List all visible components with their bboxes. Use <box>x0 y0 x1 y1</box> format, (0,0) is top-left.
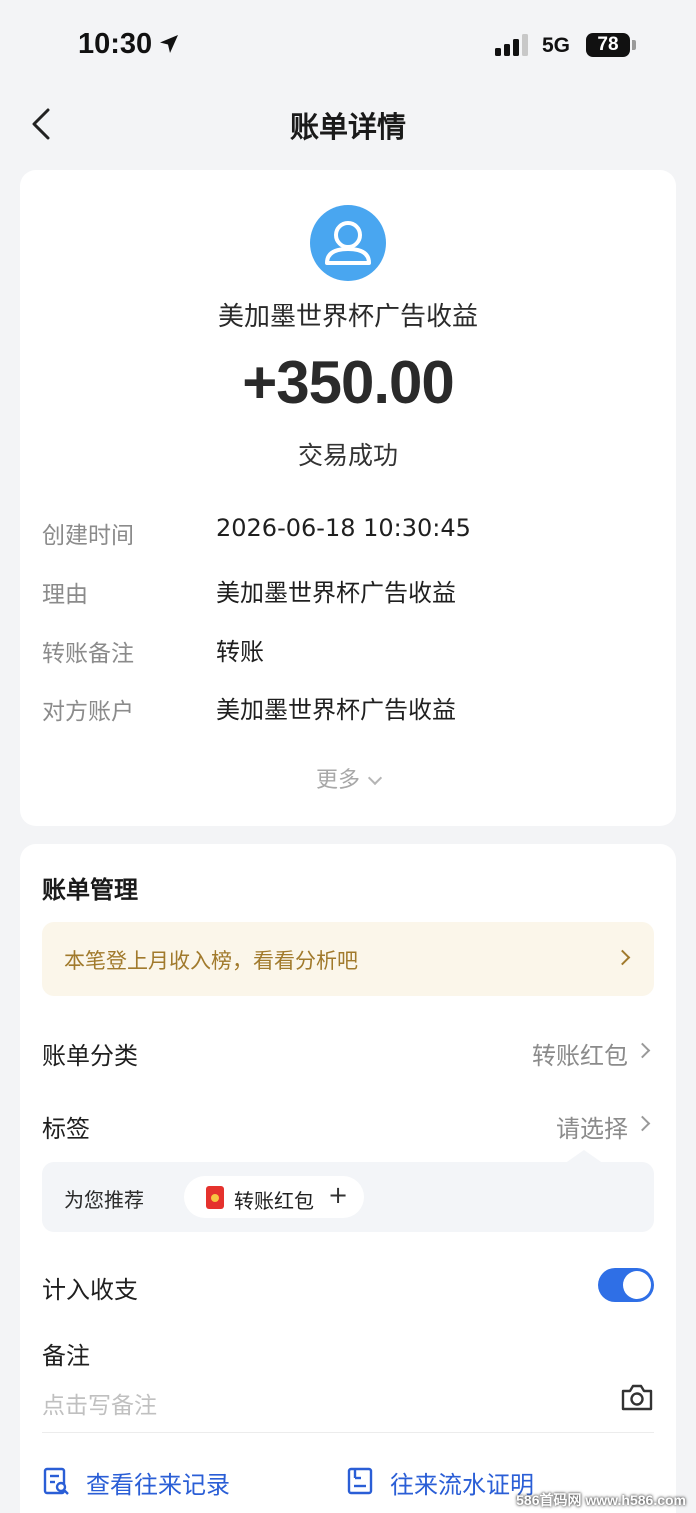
note-input[interactable]: 点击写备注 <box>42 1386 157 1420</box>
record-search-icon <box>43 1467 69 1495</box>
chevron-down-icon <box>367 770 383 786</box>
transaction-status: 交易成功 <box>297 441 398 470</box>
statement-proof-icon <box>347 1467 373 1495</box>
tag-value[interactable]: 请选择 <box>556 1109 628 1144</box>
action-label: 往来流水证明 <box>390 1471 534 1499</box>
more-button[interactable]: 更多 <box>20 762 676 794</box>
camera-icon[interactable] <box>620 1382 654 1412</box>
detail-value: 美加墨世界杯广告收益 <box>216 696 456 724</box>
bill-management-card: 账单管理 本笔登上月收入榜，看看分析吧 账单分类 转账红包 标签 请选择 为您推… <box>20 844 676 1513</box>
detail-row-counterparty: 对方账户 美加墨世界杯广告收益 <box>20 688 676 728</box>
count-toggle[interactable] <box>598 1268 654 1302</box>
more-label: 更多 <box>315 768 360 793</box>
detail-label: 转账备注 <box>42 641 134 667</box>
chevron-right-icon[interactable] <box>634 1042 651 1059</box>
chevron-right-icon <box>614 949 631 966</box>
plus-icon: + <box>328 1181 349 1209</box>
merchant-avatar-icon <box>310 205 386 281</box>
battery-tip <box>632 40 636 50</box>
category-label: 账单分类 <box>42 1042 138 1070</box>
income-rank-banner[interactable]: 本笔登上月收入榜，看看分析吧 <box>42 922 654 996</box>
status-bar: 10:30 5G 78 <box>0 0 696 92</box>
signal-icon <box>495 34 528 56</box>
detail-label: 创建时间 <box>42 523 134 549</box>
location-arrow-icon <box>160 35 178 53</box>
tag-recommendation: 为您推荐 转账红包 + <box>42 1150 654 1232</box>
note-label: 备注 <box>42 1342 90 1370</box>
toggle-knob <box>623 1271 651 1299</box>
divider <box>42 1432 654 1433</box>
detail-row-reason: 理由 美加墨世界杯广告收益 <box>20 571 676 611</box>
chip-label: 转账红包 <box>234 1189 314 1213</box>
detail-value: 2026-06-18 10:30:45 <box>216 514 471 542</box>
detail-label: 理由 <box>42 582 88 608</box>
detail-value: 转账 <box>216 638 264 666</box>
count-label: 计入收支 <box>42 1276 138 1304</box>
transaction-card: 美加墨世界杯广告收益 +350.00 交易成功 创建时间 2026-06-18 … <box>20 170 676 826</box>
detail-row-transfer-note: 转账备注 转账 <box>20 630 676 670</box>
tag-label: 标签 <box>42 1115 90 1143</box>
red-packet-icon <box>206 1186 224 1209</box>
detail-row-created-time: 创建时间 2026-06-18 10:30:45 <box>20 512 676 552</box>
popover-pointer <box>564 1150 604 1164</box>
battery-icon: 78 <box>586 33 630 57</box>
merchant-name: 美加墨世界杯广告收益 <box>217 302 478 332</box>
action-label: 查看往来记录 <box>86 1471 230 1499</box>
status-time: 10:30 <box>78 28 153 60</box>
banner-text: 本笔登上月收入榜，看看分析吧 <box>64 949 358 973</box>
nav-bar: 账单详情 <box>0 92 696 156</box>
recommend-chip[interactable]: 转账红包 + <box>184 1176 364 1218</box>
category-value[interactable]: 转账红包 <box>532 1036 628 1071</box>
transaction-amount: +350.00 <box>242 349 455 416</box>
page-title: 账单详情 <box>289 110 406 144</box>
network-type: 5G <box>542 34 571 57</box>
view-records-button[interactable]: 查看往来记录 <box>42 1462 282 1502</box>
watermark: 586首码网 www.h586.com <box>516 1492 686 1508</box>
detail-value: 美加墨世界杯广告收益 <box>216 579 456 607</box>
chevron-right-icon[interactable] <box>634 1115 651 1132</box>
recommend-label: 为您推荐 <box>64 1188 144 1212</box>
section-title: 账单管理 <box>42 876 138 904</box>
detail-label: 对方账户 <box>42 699 134 725</box>
